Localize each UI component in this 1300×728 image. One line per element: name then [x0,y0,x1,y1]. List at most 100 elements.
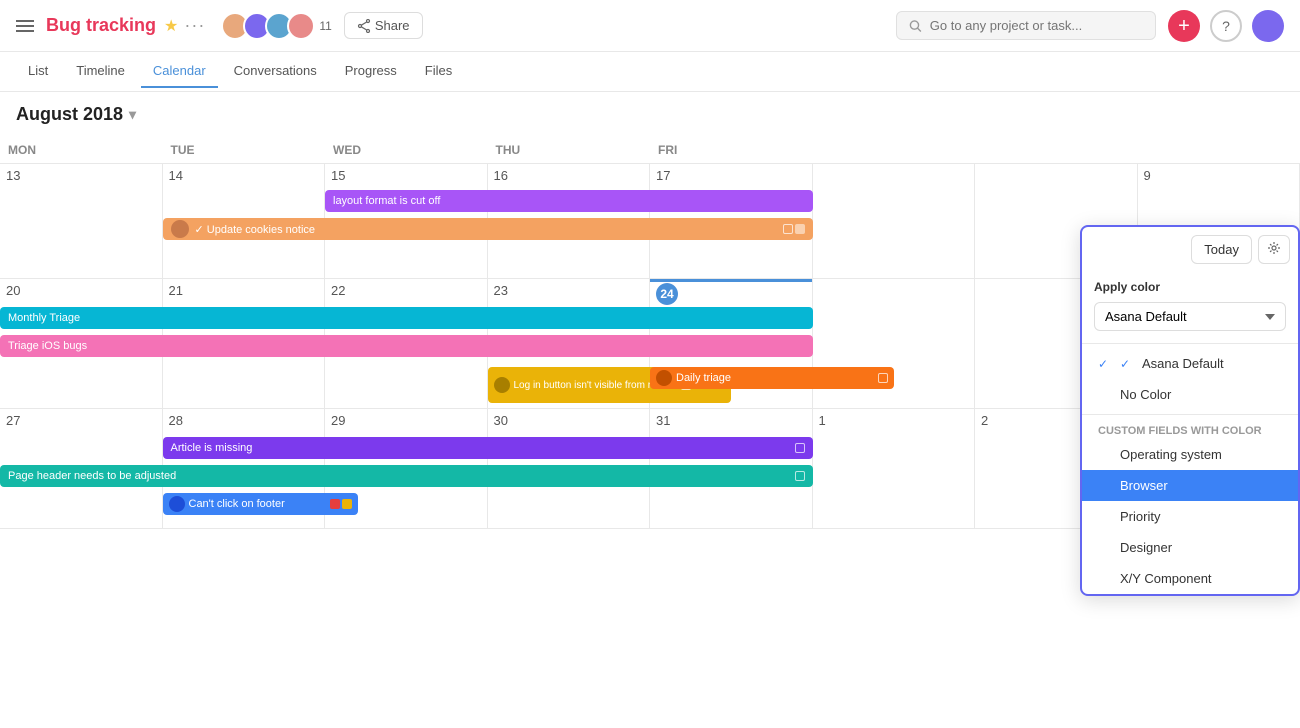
user-avatar[interactable] [1252,10,1284,42]
date-num: 15 [331,168,481,183]
date-num: 14 [169,168,319,183]
dropdown-item-label: Priority [1120,509,1160,524]
tab-calendar[interactable]: Calendar [141,55,218,88]
share-button[interactable]: Share [344,12,423,39]
day-header-fri: Fri [650,137,813,163]
event-label: Daily triage [676,372,731,384]
main-content: August 2018 ▾ Mon Tue Wed Thu Fri 13 14 … [0,92,1300,728]
event-label: Page header needs to be adjusted [8,470,176,482]
event-avatar [169,496,185,512]
tab-progress[interactable]: Progress [333,55,409,88]
event-avatar [656,370,672,386]
dropdown-item-label: Browser [1120,478,1168,493]
day-header-sat [813,137,976,163]
event-monthly-triage[interactable]: Monthly Triage [0,307,813,329]
day-cell-sep1: 1 [813,409,976,528]
dropdown-item-designer[interactable]: Designer [1082,532,1298,563]
day-header-tue: Tue [163,137,326,163]
help-button[interactable]: ? [1210,10,1242,42]
tab-files[interactable]: Files [413,55,464,88]
search-icon [909,19,922,33]
month-arrow-icon[interactable]: ▾ [129,106,136,123]
today-indicator [650,279,812,282]
date-num: 22 [331,283,481,298]
date-num: 28 [169,413,319,428]
date-num: 29 [331,413,481,428]
dropdown-item-asana-default[interactable]: ✓ Asana Default [1082,348,1298,379]
dropdown-item-label: No Color [1120,387,1171,402]
event-label: ✓ Update cookies notice [195,223,316,236]
settings-icon [1267,241,1281,255]
event-update-cookies[interactable]: ✓ Update cookies notice [163,218,813,240]
avatar-group: 11 [221,12,331,40]
more-icon[interactable]: ··· [184,15,205,36]
day-headers-row: Mon Tue Wed Thu Fri [0,137,1300,164]
share-icon [357,19,371,33]
date-num: 16 [494,168,644,183]
add-button[interactable]: + [1168,10,1200,42]
date-num: 20 [6,283,156,298]
search-input[interactable] [930,18,1143,33]
dropdown-divider [1082,343,1298,344]
hamburger-menu[interactable] [16,17,34,35]
date-num: 17 [656,168,806,183]
project-title: Bug tracking [46,15,156,36]
event-daily-triage[interactable]: Daily triage [650,367,894,389]
calendar-header: August 2018 ▾ [0,92,1300,137]
date-num: 13 [6,168,156,183]
tab-list[interactable]: List [16,55,60,88]
date-num: 21 [169,283,319,298]
color-panel: Today Apply color Asana Default No Color… [1080,225,1300,596]
event-square [878,373,888,383]
today-button[interactable]: Today [1191,235,1252,264]
event-actions [783,224,805,234]
event-label: Article is missing [171,442,253,454]
month-title: August 2018 ▾ [16,104,136,125]
dropdown-item-label: Designer [1120,540,1172,555]
date-num: 30 [494,413,644,428]
event-layout-format[interactable]: layout format is cut off [325,190,813,212]
event-triage-ios[interactable]: Triage iOS bugs [0,335,813,357]
dropdown-item-operating-system[interactable]: Operating system [1082,439,1298,470]
avatar-count: 11 [319,19,331,33]
date-num: 27 [6,413,156,428]
settings-button[interactable] [1258,235,1290,264]
top-bar: Bug tracking ★ ··· 11 Share + ? [0,0,1300,52]
search-bar [896,11,1156,40]
date-num: 31 [656,413,806,428]
dropdown-section-label: Custom Fields with Color [1082,419,1298,439]
event-square [795,471,805,481]
check-icon: ✓ [1120,357,1134,371]
color-select-wrap: Asana Default No Color Browser Priority [1082,298,1298,339]
dropdown-item-priority[interactable]: Priority [1082,501,1298,532]
event-page-header[interactable]: Page header needs to be adjusted [0,465,813,487]
dropdown-divider [1082,414,1298,415]
event-squares [330,499,352,509]
avatar [287,12,315,40]
dropdown-item-browser[interactable]: Browser [1082,470,1298,501]
event-avatar [171,220,189,238]
calendar-wrapper: Mon Tue Wed Thu Fri 13 14 15 16 17 9 lay… [0,137,1300,728]
tab-timeline[interactable]: Timeline [64,55,137,88]
tab-conversations[interactable]: Conversations [222,55,329,88]
event-label: Can't click on footer [189,498,285,510]
day-header-sun [975,137,1138,163]
star-icon[interactable]: ★ [164,16,178,36]
panel-top: Today [1082,227,1298,272]
dropdown-item-label: Asana Default [1142,356,1224,371]
dropdown-item-no-color[interactable]: No Color [1082,379,1298,410]
day-cell-w1-6 [813,164,976,278]
day-header-extra [1138,137,1300,163]
dropdown-item-label: Operating system [1120,447,1222,462]
share-label: Share [375,18,410,33]
top-actions: + ? [1168,10,1284,42]
event-cant-click[interactable]: Can't click on footer [163,493,358,515]
day-header-mon: Mon [0,137,163,163]
date-num: 1 [819,413,969,428]
color-select[interactable]: Asana Default No Color Browser Priority [1094,302,1286,331]
event-article-missing[interactable]: Article is missing [163,437,813,459]
day-header-thu: Thu [488,137,651,163]
event-avatar [494,377,510,393]
day-header-wed: Wed [325,137,488,163]
dropdown-item-xy-component[interactable]: X/Y Component [1082,563,1298,594]
